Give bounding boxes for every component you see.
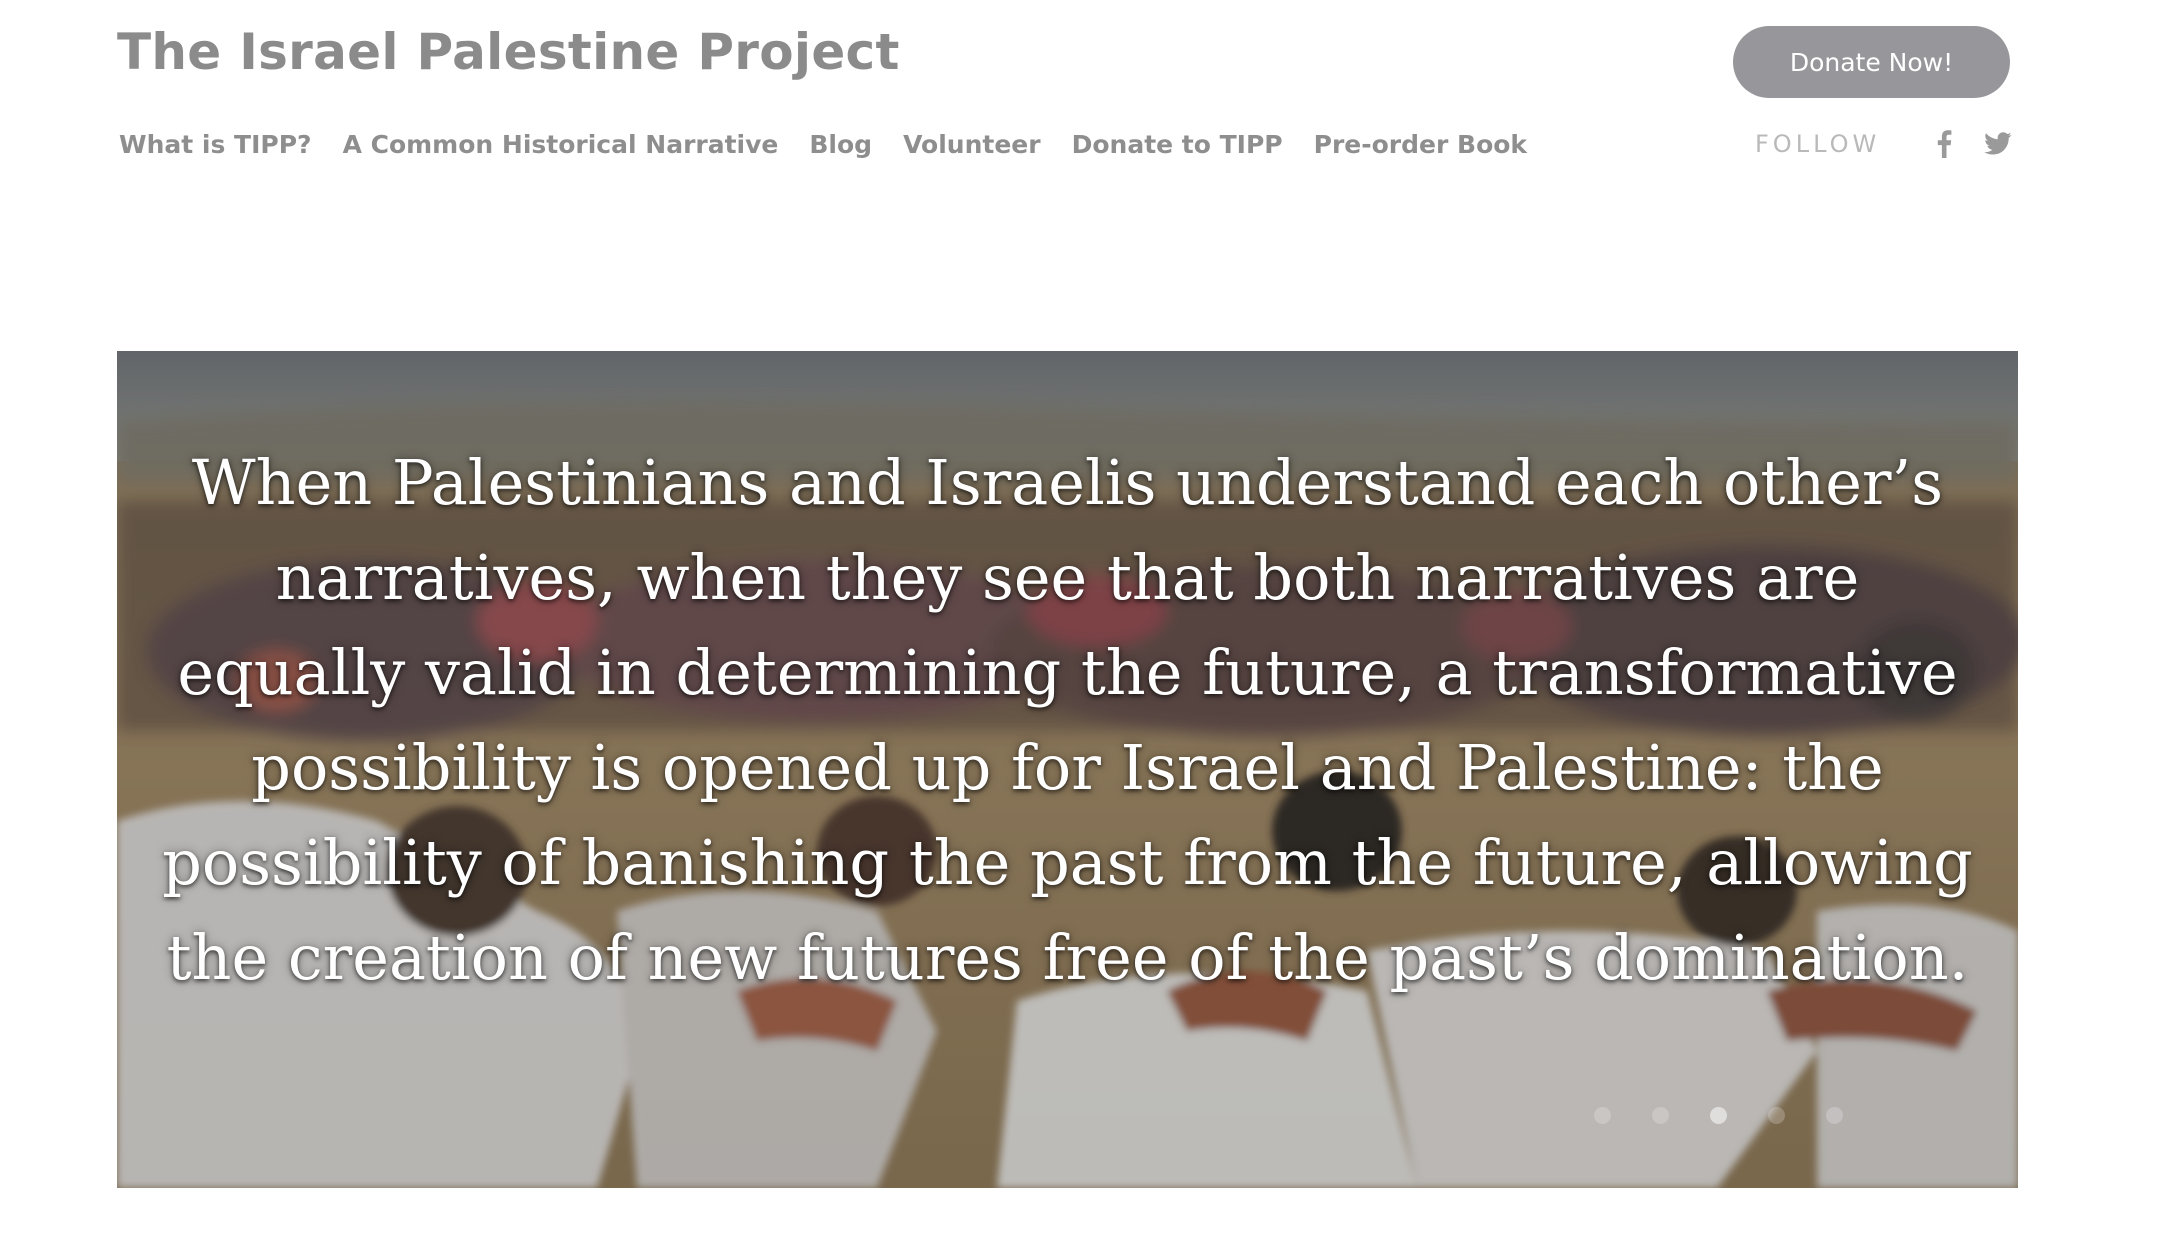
main-nav: What is TIPP? A Common Historical Narrat…	[119, 122, 1558, 166]
slide-dot-3-active[interactable]	[1710, 1107, 1727, 1124]
nav-item-what-is-tipp[interactable]: What is TIPP?	[119, 130, 312, 159]
slide-indicators	[1594, 1107, 1884, 1124]
nav-item-common-historical-narrative[interactable]: A Common Historical Narrative	[343, 130, 779, 159]
nav-item-blog[interactable]: Blog	[809, 130, 872, 159]
nav-item-donate-to-tipp[interactable]: Donate to TIPP	[1072, 130, 1283, 159]
nav-item-volunteer[interactable]: Volunteer	[903, 130, 1041, 159]
slide-dot-5[interactable]	[1826, 1107, 1843, 1124]
slide-dot-4[interactable]	[1768, 1107, 1785, 1124]
hero-quote: When Palestinians and Israelis understan…	[162, 446, 1973, 994]
slide-dot-2[interactable]	[1652, 1107, 1669, 1124]
follow-label: FOLLOW	[1755, 130, 1881, 158]
facebook-icon[interactable]	[1926, 126, 1962, 162]
hero-slideshow[interactable]: When Palestinians and Israelis understan…	[117, 351, 2018, 1188]
donate-now-button[interactable]: Donate Now!	[1733, 26, 2010, 98]
site-title[interactable]: The Israel Palestine Project	[117, 16, 900, 88]
slide-dot-1[interactable]	[1594, 1107, 1611, 1124]
nav-item-pre-order-book[interactable]: Pre-order Book	[1314, 130, 1527, 159]
twitter-icon[interactable]	[1980, 126, 2016, 162]
